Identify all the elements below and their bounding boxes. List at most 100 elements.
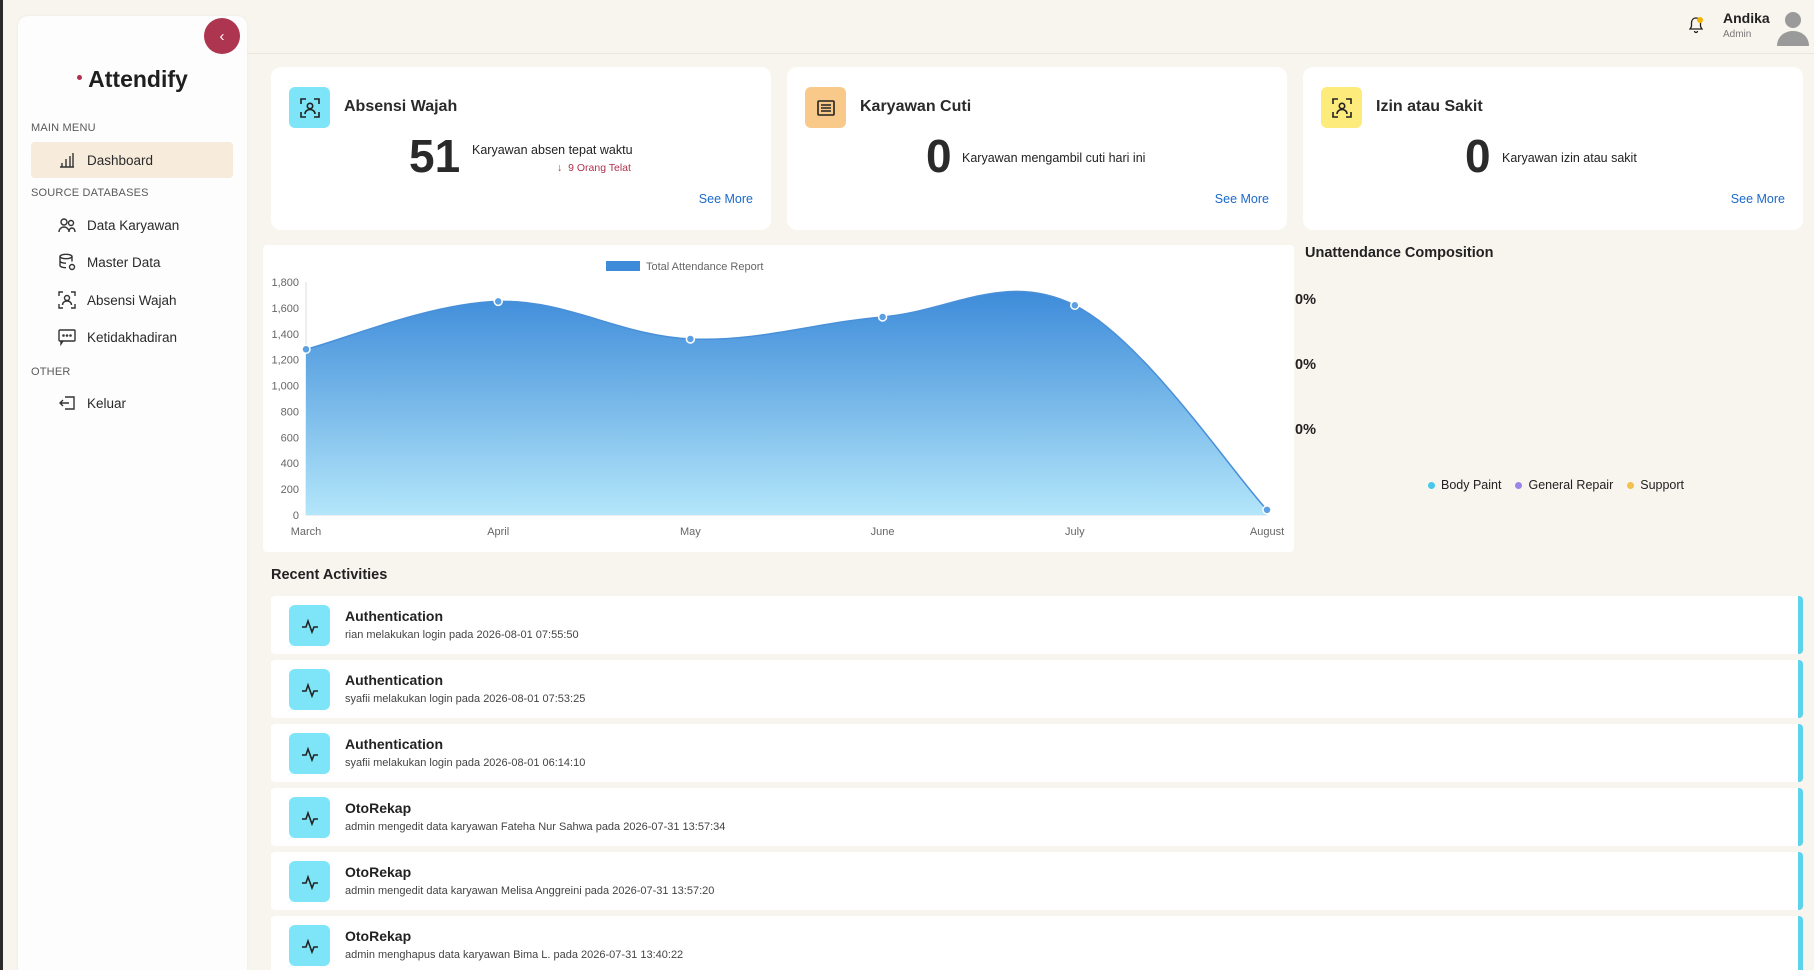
legend-swatch [606,261,640,271]
activity-icon-container [289,669,330,710]
activity-title: Authentication [345,672,443,688]
activity-item[interactable]: OtoRekap admin menghapus data karyawan B… [271,916,1803,970]
sidebar-item-label: Ketidakhadiran [87,329,178,345]
legend-label: Body Paint [1441,478,1502,492]
x-tick-label: July [1065,526,1085,538]
activity-item[interactable]: Authentication syafii melakukan login pa… [271,660,1803,718]
activity-description: admin menghapus data karyawan Bima L. pa… [345,949,684,961]
legend-item-support[interactable]: Support [1627,478,1684,492]
card-icon-container [805,87,846,128]
activity-pulse-icon [301,938,318,954]
chevron-left-icon: ‹ [219,27,225,45]
data-point [685,334,696,344]
activity-pulse-icon [301,618,318,634]
see-more-link[interactable]: See More [1731,192,1785,206]
legend-item-body-paint[interactable]: Body Paint [1428,478,1501,492]
message-dots-icon [57,327,77,347]
card-value: 0 [1465,130,1491,182]
legend-item-general-repair[interactable]: General Repair [1515,478,1613,492]
y-tick-label: 1,800 [271,277,299,289]
face-scan-icon [57,290,77,310]
x-tick-label: June [871,526,895,538]
arrow-down-icon: ↓ [557,162,563,174]
activity-pulse-icon [301,746,318,762]
stat-card-absensi-wajah: Absensi Wajah 51 Karyawan absen tepat wa… [271,67,771,230]
user-name[interactable]: Andika [1723,10,1770,26]
brand-logo[interactable]: Attendify [18,66,247,93]
section-label-main-menu: MAIN MENU [31,122,96,134]
avatar[interactable] [1776,8,1810,46]
document-icon [816,99,835,116]
see-more-link[interactable]: See More [1215,192,1269,206]
data-point [877,312,888,322]
area-fill [306,291,1267,515]
sidebar-item-absensi-wajah[interactable]: Absensi Wajah [31,282,233,318]
activity-item[interactable]: OtoRekap admin mengedit data karyawan Fa… [271,788,1803,846]
card-title: Izin atau Sakit [1376,98,1483,115]
y-tick-label: 1,600 [271,303,299,315]
section-label-source-databases: SOURCE DATABASES [31,187,149,199]
face-scan-icon [299,97,320,118]
activity-item[interactable]: Authentication rian melakukan login pada… [271,596,1803,654]
sidebar-item-label: Data Karyawan [87,217,180,233]
card-value: 51 [409,130,461,182]
legend-dot [1627,481,1635,489]
sidebar-item-label: Keluar [87,395,127,411]
x-tick-label: March [291,526,322,538]
activity-description: syafii melakukan login pada 2026-08-01 0… [345,693,586,705]
card-title: Karyawan Cuti [860,98,972,115]
face-scan-icon [1331,97,1352,118]
sidebar-item-dashboard[interactable]: Dashboard [31,142,233,178]
logout-icon [57,393,77,413]
top-bar [247,0,1814,54]
legend-label: General Repair [1528,478,1614,492]
legend-dot [1428,481,1435,489]
activity-title: Authentication [345,736,443,752]
recent-activities-title: Recent Activities [271,567,388,583]
stat-card-izin-atau-sakit: Izin atau Sakit 0 Karyawan izin atau sak… [1303,67,1803,230]
see-more-link[interactable]: See More [699,192,753,206]
notification-badge [1697,17,1703,23]
y-tick-label: 0 [293,510,299,522]
activity-title: OtoRekap [345,864,412,880]
activity-item[interactable]: OtoRekap admin mengedit data karyawan Me… [271,852,1803,910]
card-description: Karyawan izin atau sakit [1502,151,1637,165]
activity-icon-container [289,925,330,966]
activity-description: syafii melakukan login pada 2026-08-01 0… [345,757,586,769]
users-icon [57,215,77,235]
brand-name: Attendify [88,66,188,92]
section-label-other: OTHER [31,366,71,378]
window-edge [0,0,3,970]
database-icon [57,252,77,272]
sidebar-collapse-button[interactable]: ‹ [204,18,240,54]
brand-dot [77,75,83,81]
card-description: Karyawan mengambil cuti hari ini [962,151,1146,165]
attendance-area-chart: Total Attendance Report 0 200 400 600 800 1,0… [271,261,1284,538]
sidebar: Attendify MAIN MENU Dashboard SOURCE DAT… [18,16,247,970]
activity-description: admin mengedit data karyawan Melisa Angg… [345,885,715,897]
x-tick-label: April [487,526,509,538]
activity-description: rian melakukan login pada 2026-08-01 07:… [345,629,579,641]
activity-description: admin mengedit data karyawan Fateha Nur … [345,821,726,833]
stat-card-karyawan-cuti: Karyawan Cuti 0 Karyawan mengambil cuti … [787,67,1287,230]
data-point [493,296,503,307]
sidebar-item-ketidakhadiran[interactable]: Ketidakhadiran [31,319,233,355]
data-point [1070,300,1080,311]
sidebar-item-master-data[interactable]: Master Data [31,244,233,280]
sidebar-item-label: Absensi Wajah [87,292,177,308]
late-indicator: ↓ 9 Orang Telat [557,162,631,174]
sidebar-item-data-karyawan[interactable]: Data Karyawan [31,207,233,243]
card-icon-container [1321,87,1362,128]
activity-pulse-icon [301,874,318,890]
card-title: Absensi Wajah [344,98,458,115]
sidebar-item-keluar[interactable]: Keluar [31,385,233,421]
y-tick-label: 800 [281,406,299,418]
y-tick-label: 400 [281,458,299,470]
activity-item[interactable]: Authentication syafii melakukan login pa… [271,724,1803,782]
data-point [301,344,311,355]
activity-title: Authentication [345,608,443,624]
activity-icon-container [289,861,330,902]
attendance-chart: Total Attendance Report 0 200 400 600 800 1,0… [263,245,1294,552]
sidebar-item-label: Master Data [87,254,161,270]
legend-label: Support [1640,478,1685,492]
